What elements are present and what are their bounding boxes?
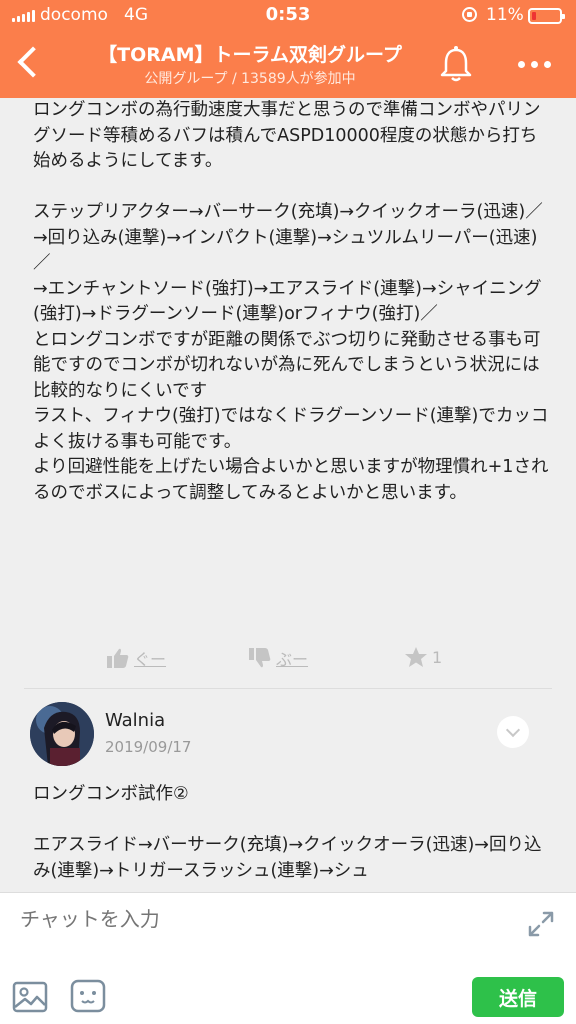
chat-input[interactable]: [20, 903, 510, 935]
battery-icon: [528, 8, 565, 24]
expand-icon[interactable]: [526, 909, 556, 939]
image-icon[interactable]: [12, 981, 48, 1013]
post-text: ロングコンボ試作② エアスライド→バーサーク(充填)→クイックオーラ(迅速)→回…: [33, 784, 542, 881]
post-reactions: ぐー ぶー 1: [0, 646, 576, 674]
chat-content[interactable]: ロングコンボの為行動速度大事だと思うので準備コンボやパリングソード等積めるバフは…: [0, 98, 576, 892]
star-count: 1: [432, 647, 443, 667]
emoji-icon[interactable]: [70, 979, 106, 1013]
star-icon: [405, 647, 427, 667]
group-subtitle: 公開グループ / 13589人が参加中: [144, 71, 356, 87]
star-button[interactable]: 1: [404, 646, 442, 668]
chat-input-bar: 送信: [0, 892, 576, 1024]
group-title[interactable]: 【TORAM】トーラム双剣グループ: [60, 40, 440, 67]
battery-percent: 11%: [486, 5, 524, 25]
boo-button[interactable]: ぶー: [248, 646, 308, 670]
good-label: ぐー: [134, 650, 167, 669]
orientation-lock-icon: [462, 7, 477, 22]
thumbs-up-icon: [107, 648, 129, 668]
top-bar: docomo 4G 0:53 11% 【TORAM】トーラム双剣グループ 公開グ…: [0, 0, 576, 98]
status-bar: docomo 4G 0:53 11%: [0, 0, 576, 30]
more-icon[interactable]: [506, 44, 562, 84]
post-username[interactable]: Walnia: [105, 710, 165, 731]
chevron-down-icon[interactable]: [497, 716, 529, 748]
good-button[interactable]: ぐー: [106, 646, 166, 670]
post-text: ロングコンボの為行動速度大事だと思うので準備コンボやパリングソード等積めるバフは…: [33, 100, 549, 503]
back-arrow-icon[interactable]: [8, 38, 48, 88]
post-date: 2019/09/17: [105, 738, 192, 756]
group-header: 【TORAM】トーラム双剣グループ 公開グループ / 13589人が参加中: [0, 30, 576, 98]
send-button[interactable]: 送信: [472, 977, 564, 1017]
post-divider: [24, 688, 552, 689]
boo-label: ぶー: [276, 650, 309, 669]
bell-icon[interactable]: [438, 44, 474, 84]
avatar[interactable]: [30, 702, 94, 766]
thumbs-down-icon: [249, 648, 271, 668]
